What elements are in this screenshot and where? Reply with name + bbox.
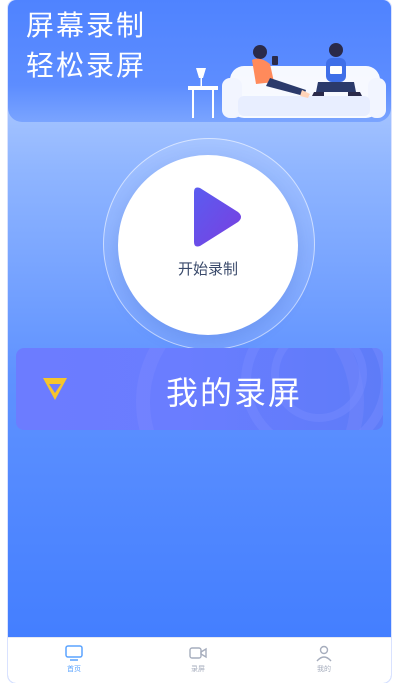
my-recordings-label: 我的录屏 [166,374,303,412]
app-screen: 屏幕录制 轻松录屏 开始录制 我的录屏 首页 录屏 我的 [8,0,391,683]
tab-mine-label: 我的 [317,665,331,673]
user-icon [316,645,332,662]
bottom-tab-bar: 首页 录屏 我的 [8,637,391,683]
tv-icon [65,645,83,661]
tab-mine[interactable]: 我的 [294,642,354,682]
start-recording-label: 开始录制 [177,260,238,278]
tab-record-label: 录屏 [191,665,205,673]
diamond-icon [43,378,67,400]
play-icon [194,187,241,247]
header-banner: 屏幕录制 轻松录屏 [8,0,391,122]
start-recording-button[interactable]: 开始录制 [118,155,298,335]
video-camera-icon [189,647,207,659]
header-title-line1: 屏幕录制 [26,9,147,42]
my-recordings-card[interactable]: 我的录屏 [16,348,383,430]
tab-home[interactable]: 首页 [44,642,104,682]
header-title-line2: 轻松录屏 [26,49,147,82]
tab-record[interactable]: 录屏 [168,642,228,682]
tab-home-label: 首页 [67,665,81,673]
couch-illustration [188,43,386,118]
